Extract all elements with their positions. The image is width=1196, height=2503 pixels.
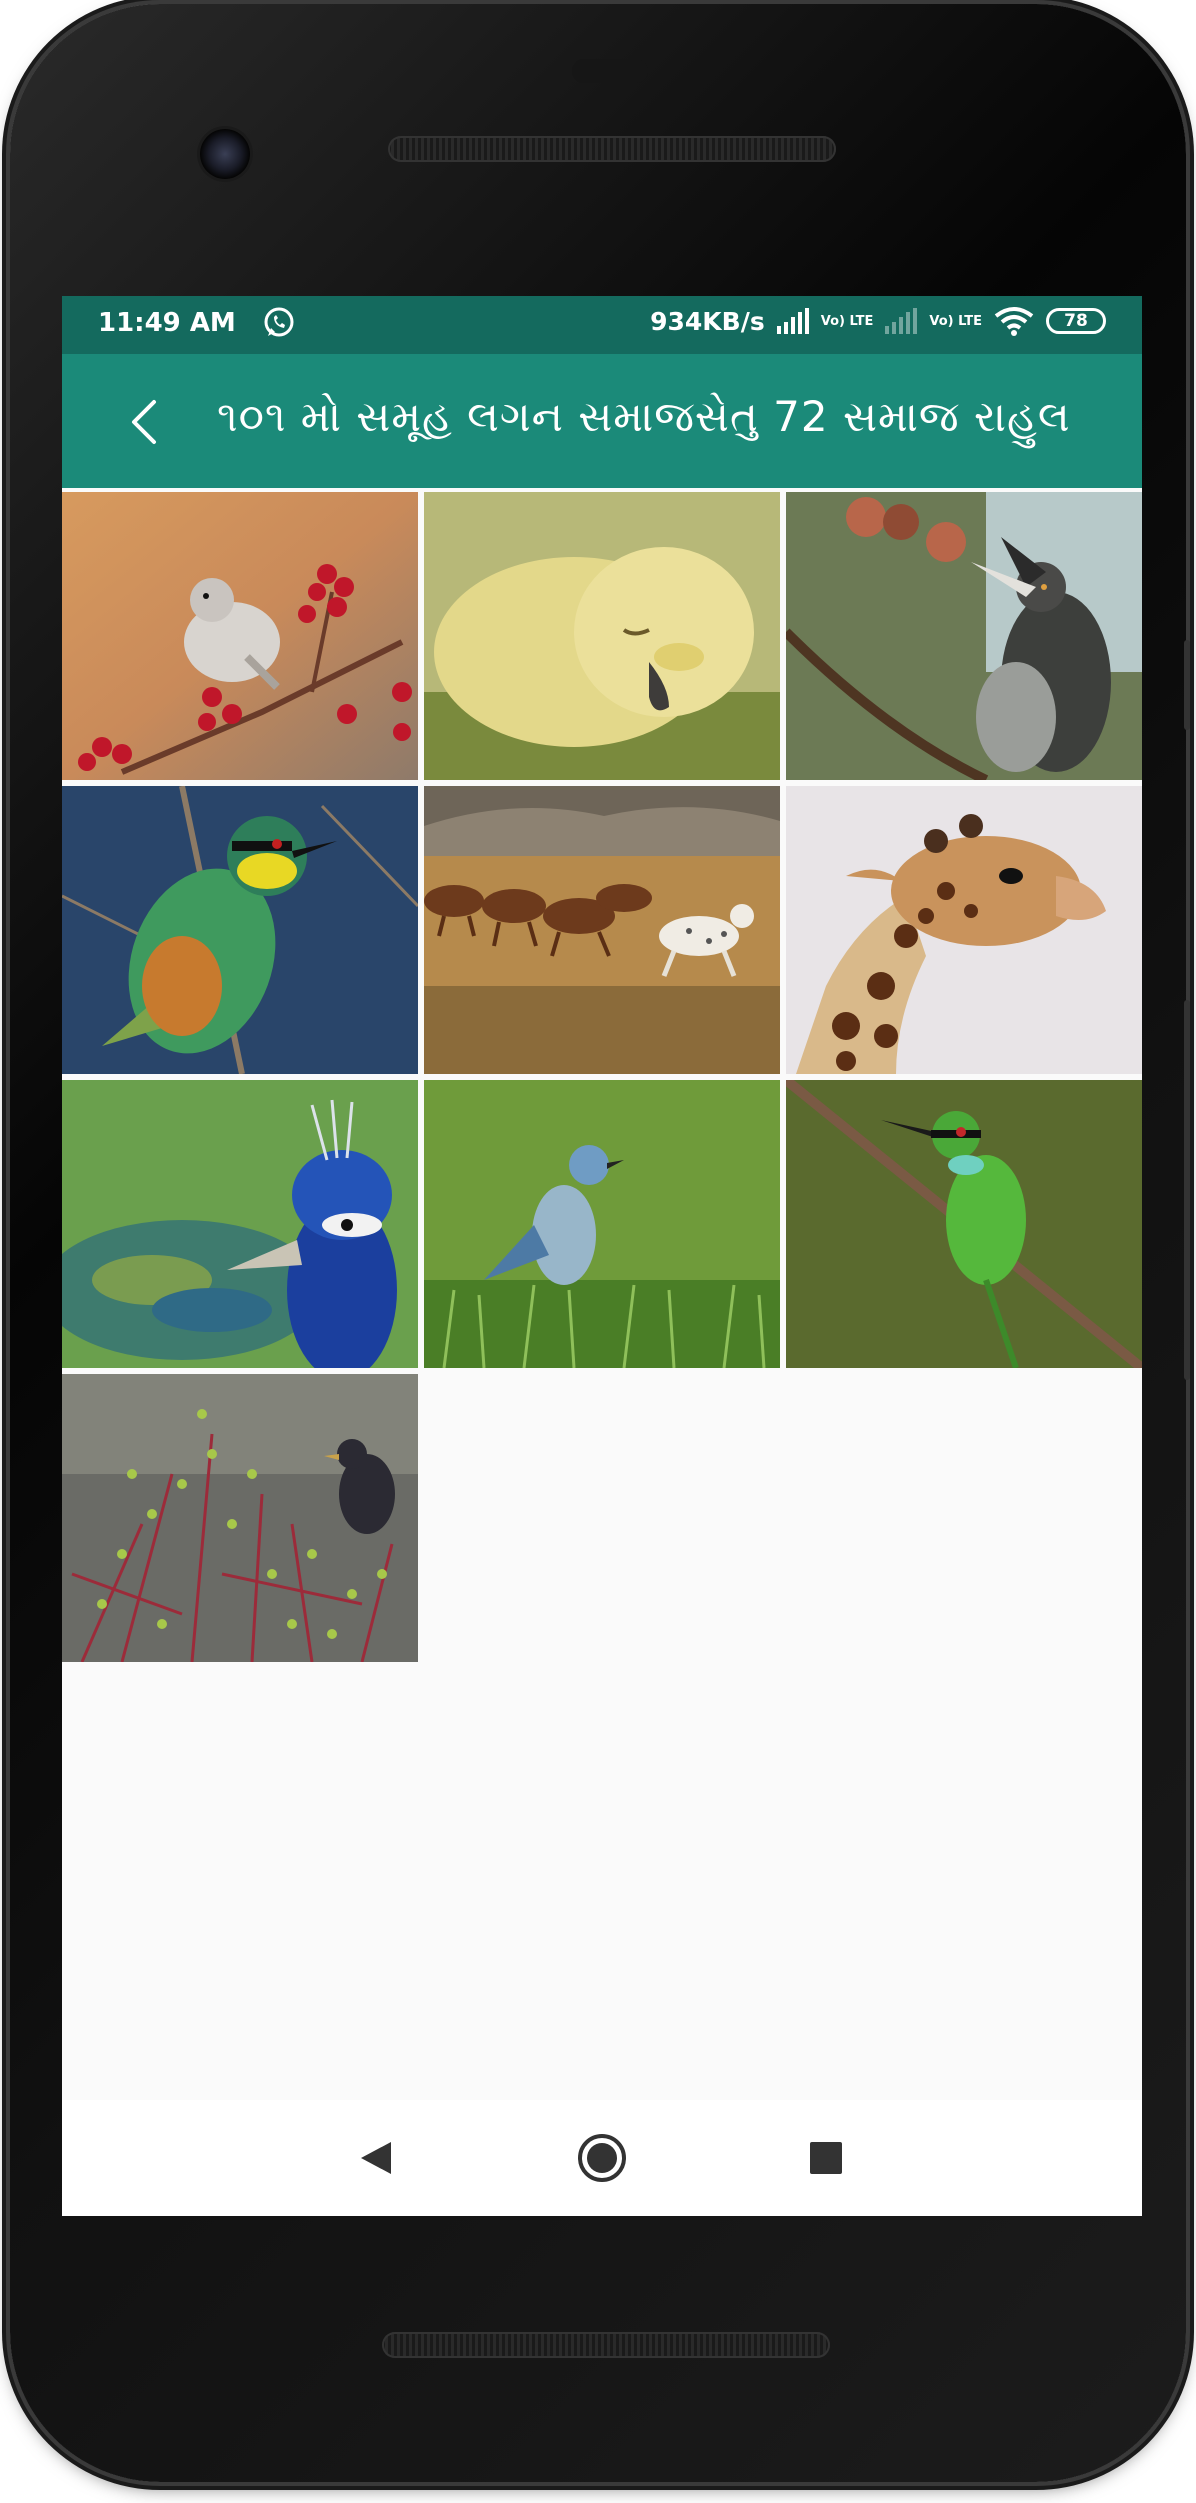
nav-back-icon[interactable]	[359, 2140, 393, 2176]
toolbar: ૧૦૧ મો સમૂહ લગન સમાજસેતુ 72 સમાજ રાહુલ	[62, 354, 1142, 488]
image-bee-eater-colorful[interactable]	[62, 786, 418, 1074]
image-bird-berries[interactable]	[62, 492, 418, 780]
image-hornbill[interactable]	[786, 492, 1142, 780]
signal-icon-2	[885, 308, 918, 334]
wifi-icon	[994, 307, 1034, 336]
nav-recent-icon[interactable]	[810, 2142, 842, 2174]
earpiece-speaker	[388, 136, 836, 162]
image-duckling[interactable]	[424, 492, 780, 780]
bottom-speaker	[382, 2332, 830, 2358]
status-time: 11:49 AM	[98, 308, 236, 338]
nav-home-icon[interactable]	[577, 2133, 627, 2183]
image-grid	[62, 492, 1142, 1662]
whatsapp-icon	[264, 307, 294, 337]
status-bar: 11:49 AM 934KB/s Vo) LTE Vo) LTE 78	[62, 296, 1142, 354]
network-speed: 934KB/s	[650, 306, 765, 336]
power-button	[1184, 640, 1190, 730]
image-peacock[interactable]	[62, 1080, 418, 1368]
screen: 11:49 AM 934KB/s Vo) LTE Vo) LTE 78 ૧૦૧ …	[62, 296, 1142, 2216]
proximity-sensor	[572, 59, 648, 83]
image-bluebird[interactable]	[424, 1080, 780, 1368]
image-horses[interactable]	[424, 786, 780, 1074]
status-right-group: 934KB/s Vo) LTE Vo) LTE 78	[650, 306, 1106, 336]
image-starling[interactable]	[62, 1374, 418, 1662]
image-giraffe[interactable]	[786, 786, 1142, 1074]
back-arrow-icon[interactable]	[114, 392, 174, 452]
volume-button	[1184, 1000, 1190, 1380]
page-title: ૧૦૧ મો સમૂહ લગન સમાજસેતુ 72 સમાજ રાહુલ	[217, 392, 1071, 441]
navigation-bar	[62, 2100, 1142, 2216]
battery-level: 78	[1064, 311, 1088, 331]
signal-icon	[776, 308, 809, 334]
battery-icon: 78	[1046, 308, 1106, 334]
front-camera	[200, 129, 250, 179]
volte-label-1: Vo) LTE	[820, 313, 874, 329]
volte-label-2: Vo) LTE	[929, 313, 982, 329]
image-green-bee-eater[interactable]	[786, 1080, 1142, 1368]
